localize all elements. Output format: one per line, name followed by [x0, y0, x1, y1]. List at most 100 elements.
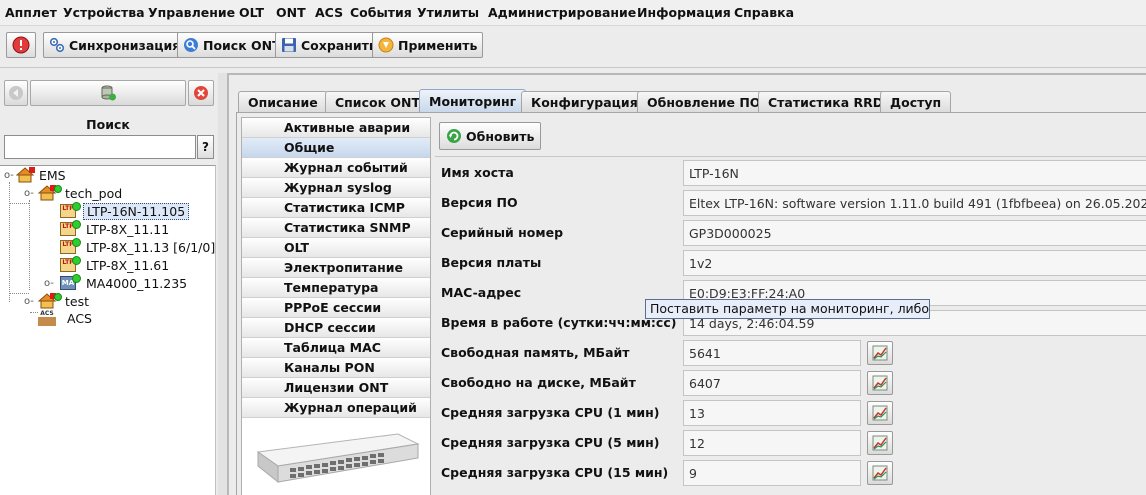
- tree-expand-icon[interactable]: o-: [4, 170, 16, 181]
- menu-olt[interactable]: OLT: [239, 5, 264, 20]
- menu-utilities[interactable]: Утилиты: [417, 5, 479, 20]
- param-row: Средняя загрузка CPU (5 мин) 12: [435, 428, 1146, 458]
- param-value: 6407: [683, 370, 861, 396]
- sync-button[interactable]: Синхронизация: [43, 32, 187, 58]
- section-syslog[interactable]: Журнал syslog: [242, 178, 430, 198]
- tree-node-device-1[interactable]: LTP LTP-8X_11.11: [60, 220, 172, 238]
- status-ok-icon: [72, 256, 81, 265]
- tab-ont-list[interactable]: Список ONT: [325, 91, 431, 112]
- tree-label: LTP-8X_11.61: [86, 257, 170, 273]
- save-button[interactable]: Сохранить: [275, 32, 383, 58]
- menu-admin[interactable]: Администрирование: [488, 5, 636, 20]
- alarm-icon: [12, 36, 30, 54]
- section-event-log[interactable]: Журнал событий: [242, 158, 430, 178]
- tree-label: tech_pod: [65, 185, 123, 201]
- chart-icon: [872, 375, 888, 391]
- menu-info[interactable]: Информация: [637, 5, 731, 20]
- section-icmp-stats[interactable]: Статистика ICMP: [242, 198, 430, 218]
- chart-icon: [872, 345, 888, 361]
- monitor-button[interactable]: [867, 461, 893, 485]
- section-pon-channels[interactable]: Каналы PON: [242, 358, 430, 378]
- monitor-button[interactable]: [867, 371, 893, 395]
- section-ont-licenses[interactable]: Лицензии ONT: [242, 378, 430, 398]
- left-panel: Поиск ? o- EMS o- tech_pod LTP LTP-16N-1…: [0, 75, 218, 495]
- sync-icon: [49, 37, 65, 53]
- menu-ont[interactable]: ONT: [276, 5, 306, 20]
- tab-configuration[interactable]: Конфигурация: [521, 91, 648, 112]
- menu-bar: Апплет Устройства Управление OLT ONT ACS…: [0, 0, 1146, 26]
- close-tree-button[interactable]: [188, 80, 214, 106]
- section-olt[interactable]: OLT: [242, 238, 430, 258]
- menu-applet[interactable]: Апплет: [5, 5, 57, 20]
- back-button[interactable]: [4, 80, 28, 106]
- database-icon: [101, 85, 116, 101]
- status-ok-icon: [72, 220, 81, 229]
- monitor-button[interactable]: [867, 341, 893, 365]
- tab-access[interactable]: Доступ: [880, 91, 952, 112]
- param-value: LTP-16N: [683, 160, 1146, 186]
- apply-arrow-icon: [378, 37, 394, 53]
- back-icon: [9, 86, 23, 100]
- tree-node-tech-pod[interactable]: o- tech_pod: [24, 184, 125, 202]
- param-label: Версия платы: [441, 255, 542, 270]
- search-ont-button[interactable]: Поиск ONT: [177, 32, 287, 58]
- tab-rrd-stats[interactable]: Статистика RRD: [758, 91, 894, 112]
- chart-icon: [872, 465, 888, 481]
- param-label: Свободная память, МБайт: [441, 345, 630, 360]
- tab-monitoring[interactable]: Мониторинг: [419, 89, 527, 112]
- param-label: Имя хоста: [441, 165, 514, 180]
- section-active-alarms[interactable]: Активные аварии: [242, 118, 430, 138]
- tree-expand-icon[interactable]: o-: [44, 278, 60, 289]
- tree-node-device-4[interactable]: o- MA MA4000_11.235: [44, 274, 190, 292]
- search-help-button[interactable]: ?: [197, 135, 214, 159]
- section-dhcp[interactable]: DHCP сессии: [242, 318, 430, 338]
- tree-node-device-2[interactable]: LTP LTP-8X_11.13 [6/1/0]: [60, 238, 218, 256]
- param-label: Свободно на диске, МБайт: [441, 375, 636, 390]
- monitoring-section-list: Активные аварии Общие Журнал событий Жур…: [241, 117, 431, 495]
- section-operation-log[interactable]: Журнал операций: [242, 398, 430, 418]
- menu-events[interactable]: События: [350, 5, 412, 20]
- tree-node-test[interactable]: o- test: [24, 292, 92, 310]
- section-pppoe[interactable]: PPPoE сессии: [242, 298, 430, 318]
- tree-label: EMS: [39, 167, 66, 183]
- param-row: Средняя загрузка CPU (15 мин) 9: [435, 458, 1146, 488]
- tree-node-device-0[interactable]: LTP LTP-16N-11.105: [60, 202, 190, 220]
- tree-node-device-3[interactable]: LTP LTP-8X_11.61: [60, 256, 172, 274]
- tab-firmware-update[interactable]: Обновление ПО: [637, 91, 771, 112]
- tree-label: LTP-8X_11.13 [6/1/0]: [86, 239, 216, 255]
- tree-label: LTP-8X_11.11: [86, 221, 170, 237]
- menu-management[interactable]: Управление: [148, 5, 235, 20]
- menu-help[interactable]: Справка: [734, 5, 794, 20]
- tab-description[interactable]: Описание: [238, 91, 328, 112]
- param-value: 12: [683, 430, 861, 456]
- panel-splitter[interactable]: [218, 73, 227, 495]
- param-value: 9: [683, 460, 861, 486]
- tree-expand-icon[interactable]: o-: [24, 296, 38, 307]
- refresh-button[interactable]: Обновить: [439, 122, 542, 150]
- monitor-button[interactable]: [867, 431, 893, 455]
- section-snmp-stats[interactable]: Статистика SNMP: [242, 218, 430, 238]
- tree-node-acs[interactable]: ACS ACS: [38, 309, 95, 327]
- section-general[interactable]: Общие: [242, 138, 430, 158]
- floppy-icon: [282, 38, 296, 52]
- param-value: 5641: [683, 340, 861, 366]
- status-ok-icon: [72, 202, 81, 211]
- menu-devices[interactable]: Устройства: [63, 5, 145, 20]
- apply-button[interactable]: Применить: [372, 32, 484, 58]
- param-row: Серийный номер GP3D000025: [435, 218, 1146, 248]
- param-row: Свободная память, МБайт 5641: [435, 338, 1146, 368]
- section-mac-table[interactable]: Таблица MAC: [242, 338, 430, 358]
- search-input[interactable]: [4, 135, 196, 159]
- param-row: Средняя загрузка CPU (1 мин) 13: [435, 398, 1146, 428]
- tree-node-ems[interactable]: o- EMS: [4, 166, 69, 184]
- monitor-button[interactable]: [867, 401, 893, 425]
- menu-acs[interactable]: ACS: [315, 5, 343, 20]
- section-power[interactable]: Электропитание: [242, 258, 430, 278]
- tree-expand-icon[interactable]: o-: [24, 188, 38, 199]
- sync-label: Синхронизация: [69, 37, 181, 53]
- tree-config-button[interactable]: [30, 80, 186, 106]
- tree-label: MA4000_11.235: [86, 275, 188, 291]
- alarm-button[interactable]: [6, 32, 36, 58]
- status-ok-icon: [72, 238, 81, 247]
- section-temperature[interactable]: Температура: [242, 278, 430, 298]
